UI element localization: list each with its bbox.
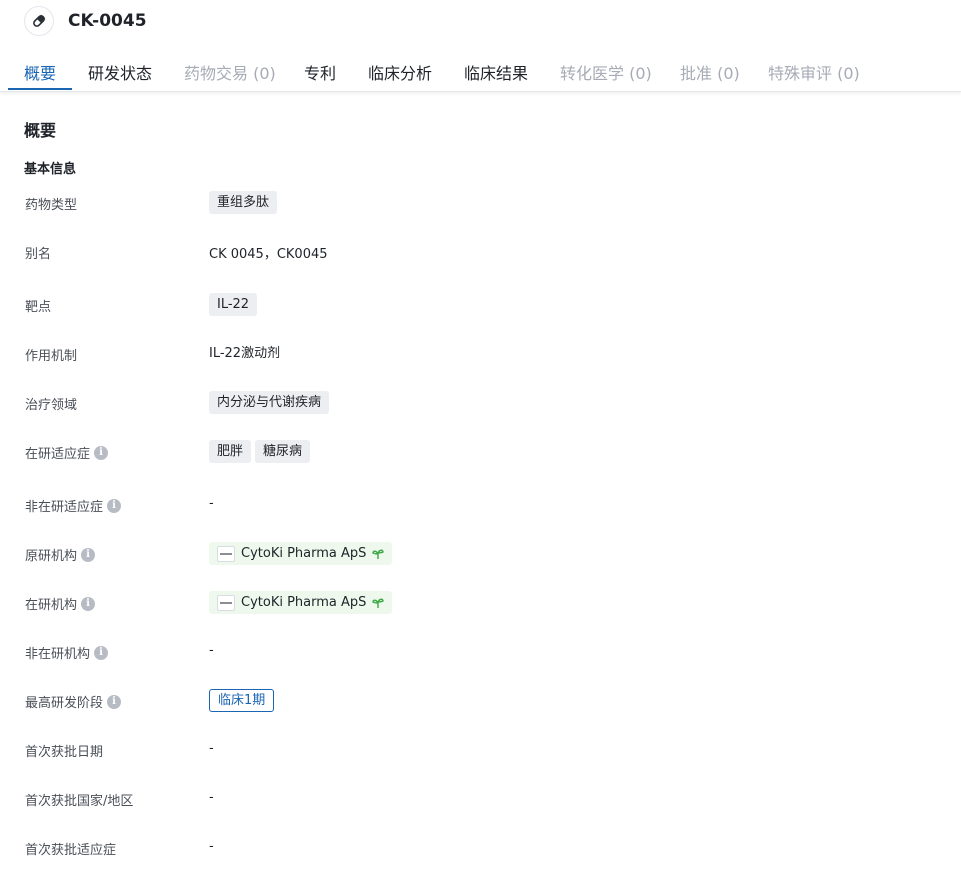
field-value-alias: CK 0045，CK0045 [209,247,328,262]
drug-type-tag[interactable]: 重组多肽 [209,191,278,214]
field-label-active-indications: 在研适应症 i [25,443,109,462]
field-label-target: 靶点 [25,300,52,315]
inactive-indications-label-text: 非在研适应症 [25,500,104,515]
phase-badge[interactable]: 临床1期 [209,689,275,712]
tab-clinical-analysis[interactable]: 临床分析 [368,60,432,84]
field-value-highest-phase: 临床1期 [209,689,275,712]
tab-rd-status[interactable]: 研发状态 [88,60,152,84]
field-value-inactive-org: - [209,643,214,658]
tab-clinical-results[interactable]: 临床结果 [464,60,528,84]
tab-approvals[interactable]: 批准 (0) [680,60,740,84]
field-label-inactive-org: 非在研机构 i [25,643,109,662]
tab-bar: 概要 研发状态 药物交易 (0) 专利 临床分析 临床结果 转化医学 (0) 批… [0,50,961,92]
field-label-first-approval-indication: 首次获批适应症 [25,843,117,858]
tab-deals[interactable]: 药物交易 (0) [184,60,276,84]
indication-tag-obesity[interactable]: 肥胖 [209,440,252,463]
info-icon[interactable]: i [107,694,122,709]
field-label-mechanism: 作用机制 [25,349,78,364]
org-logo-icon [217,594,235,611]
field-value-active-indications: 肥胖 糖尿病 [209,440,314,463]
field-label-inactive-indications: 非在研适应症 i [25,496,122,515]
field-label-therapeutic-area: 治疗领域 [25,398,78,413]
info-icon[interactable]: i [94,645,109,660]
org-tag-active[interactable]: CytoKi Pharma ApS [209,591,393,614]
highest-phase-label-text: 最高研发阶段 [25,696,104,711]
field-value-target: IL-22 [209,293,261,316]
field-label-drug-type: 药物类型 [25,198,78,213]
info-icon[interactable]: i [81,547,96,562]
field-value-mechanism[interactable]: IL-22激动剂 [209,342,280,361]
field-value-first-approval-date: - [209,741,214,756]
field-value-first-approval-region: - [209,790,214,805]
org-name: CytoKi Pharma ApS [241,595,367,610]
active-tab-indicator [8,88,72,90]
field-value-therapeutic-area: 内分泌与代谢疾病 [209,391,333,414]
originator-label-text: 原研机构 [25,549,78,564]
org-tag-originator[interactable]: CytoKi Pharma ApS [209,542,393,565]
page-header: CK-0045 [0,0,961,44]
page-title: CK-0045 [68,11,147,31]
field-label-originator: 原研机构 i [25,545,96,564]
inactive-org-label-text: 非在研机构 [25,647,91,662]
tab-special-review[interactable]: 特殊审评 (0) [768,60,860,84]
subsection-title: 基本信息 [24,162,77,177]
org-name: CytoKi Pharma ApS [241,546,367,561]
field-value-drug-type: 重组多肽 [209,191,281,214]
active-org-label-text: 在研机构 [25,598,78,613]
info-icon[interactable]: i [107,498,122,513]
sprout-icon [372,598,385,608]
section-title: 概要 [24,121,57,140]
tab-patents[interactable]: 专利 [304,60,336,84]
info-icon[interactable]: i [94,445,109,460]
field-value-first-approval-indication: - [209,839,214,854]
tab-overview[interactable]: 概要 [24,60,56,84]
field-label-first-approval-date: 首次获批日期 [25,745,104,760]
indication-tag-diabetes[interactable]: 糖尿病 [255,440,311,463]
field-value-active-org: CytoKi Pharma ApS [209,591,393,614]
sprout-icon [372,549,385,559]
field-label-active-org: 在研机构 i [25,594,96,613]
org-logo-icon [217,545,235,562]
field-label-highest-phase: 最高研发阶段 i [25,692,122,711]
target-tag[interactable]: IL-22 [209,293,258,316]
field-label-alias: 别名 [25,247,52,262]
field-value-inactive-indications: - [209,496,214,511]
field-label-first-approval-region: 首次获批国家/地区 [25,794,134,809]
info-icon[interactable]: i [81,596,96,611]
active-indications-label-text: 在研适应症 [25,447,91,462]
therapeutic-area-tag[interactable]: 内分泌与代谢疾病 [209,391,330,414]
tab-translational[interactable]: 转化医学 (0) [560,60,652,84]
pill-icon [24,6,54,36]
field-value-originator: CytoKi Pharma ApS [209,542,393,565]
